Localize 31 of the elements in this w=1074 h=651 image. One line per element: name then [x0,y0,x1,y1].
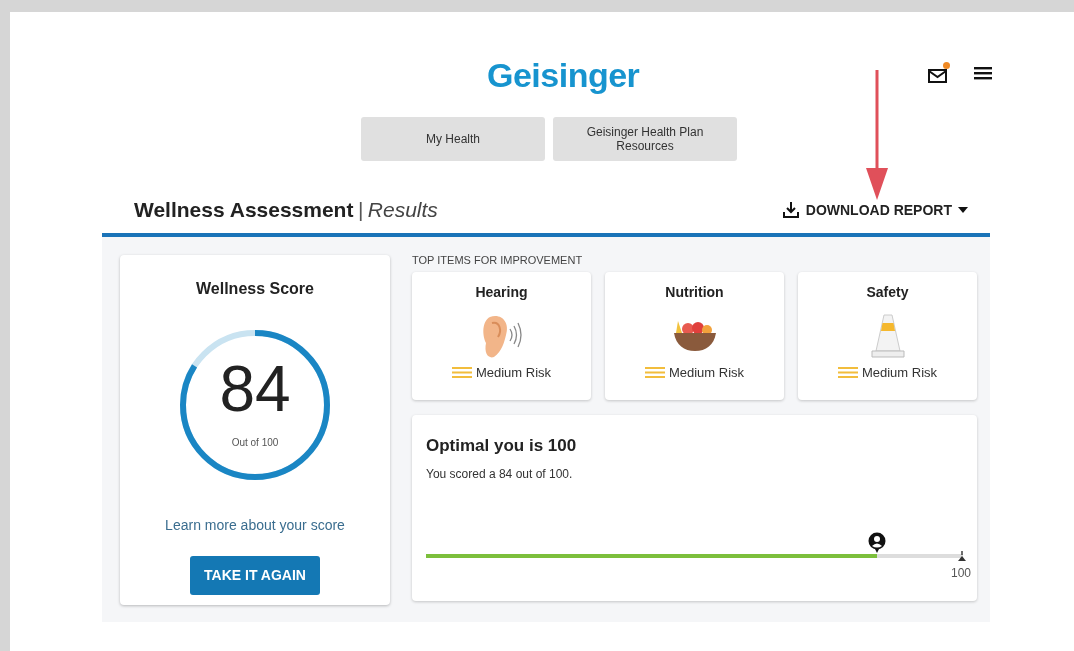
page-title: Wellness Assessment [134,198,354,222]
card-title: Optimal you is 100 [426,435,578,457]
menu-icon[interactable] [974,66,992,80]
logo: Geisinger [487,55,640,96]
score-value: 84 [218,357,292,421]
max-label: 100 [950,565,971,582]
risk-label: Medium Risk [668,364,745,382]
risk-label: Medium Risk [861,364,938,382]
risk-level-icon [451,367,472,379]
card-title: Hearing [475,283,528,302]
traffic-cone-icon [869,313,906,359]
score-caption: Out of 100 [230,436,280,450]
learn-more-link[interactable]: Learn more about your score [165,515,345,536]
risk-label: Medium Risk [475,364,552,382]
end-marker-icon [958,551,966,561]
card-title: Wellness Score [196,279,314,299]
take-it-again-button[interactable]: TAKE IT AGAIN [190,556,320,595]
download-report-button[interactable]: DOWNLOAD REPORT [781,199,968,221]
risk-level-icon [644,367,665,379]
section-heading: TOP ITEMS FOR IMPROVEMENT [412,253,584,268]
score-summary: You scored a 84 out of 100. [426,465,574,483]
risk-level-icon [837,367,858,379]
title-separator: | [357,198,364,222]
user-marker-icon [868,532,887,554]
card-title: Safety [866,283,909,302]
card-title: Nutrition [665,283,724,302]
nav-tab[interactable]: Geisinger Health Plan Resources [553,117,737,161]
download-icon [781,201,800,219]
caret-icon [958,207,968,213]
page-subtitle: Results [367,198,438,222]
nav-tab[interactable]: My Health [361,117,545,161]
